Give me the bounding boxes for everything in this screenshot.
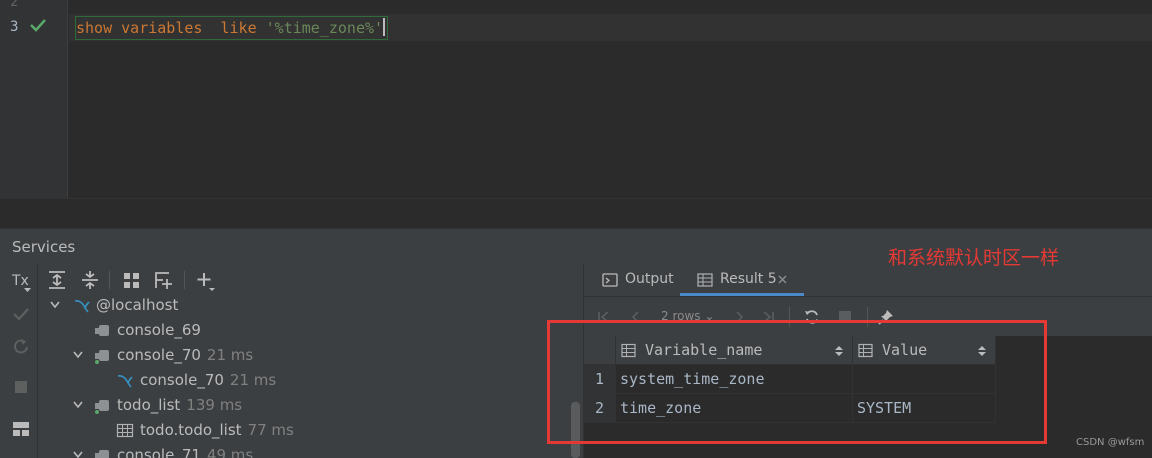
add-service-icon[interactable] [194, 269, 218, 291]
editor-gutter: 2 3 [0, 0, 68, 198]
tree-item-label: @localhost [96, 296, 179, 314]
tree-item-text: console_70 21 ms [117, 343, 253, 368]
transaction-mode-button[interactable]: Tx [10, 271, 32, 293]
keyword: like [220, 19, 257, 37]
tree-item-time: 139 ms [186, 396, 243, 414]
chevron-down-icon [50, 301, 60, 309]
text-caret [383, 18, 386, 36]
table-icon [697, 273, 713, 287]
tab-label: Output [625, 271, 674, 287]
annotation-text: 和系统默认时区一样 [888, 247, 1060, 269]
tab-output[interactable]: Output [598, 263, 688, 296]
mysql-icon [117, 375, 133, 388]
rollback-icon[interactable] [10, 335, 32, 357]
toolbar-separator [184, 271, 185, 289]
line-number: 2 [10, 0, 19, 10]
tx-label: Tx [12, 273, 29, 289]
tree-item-text: todo.todo_list 77 ms [140, 418, 294, 443]
commit-icon[interactable] [10, 303, 32, 325]
tree-item-label: console_69 [117, 321, 201, 339]
console-icon [95, 450, 109, 458]
tree-item-time: 77 ms [247, 421, 294, 439]
highlight-box [547, 320, 1047, 444]
chevron-down-icon [73, 401, 83, 409]
console-active-icon [95, 400, 109, 414]
tree-item-time: 21 ms [229, 371, 277, 389]
string-literal: '%time_zone%' [265, 19, 384, 37]
close-icon[interactable] [778, 275, 787, 284]
expand-all-icon[interactable] [45, 269, 69, 291]
editor-bottom-area [0, 198, 1152, 228]
chevron-down-icon [73, 451, 83, 458]
tree-item-time: 21 ms [206, 346, 254, 364]
tree-item-text: console_70 21 ms [140, 368, 276, 393]
mysql-icon [74, 300, 90, 313]
toolbar-separator [109, 271, 110, 289]
services-tree-toolbar [38, 263, 583, 297]
tab-label: Result 5 [720, 271, 777, 287]
stop-icon[interactable] [10, 376, 32, 398]
result-tab-bar: Output Result 5 [584, 263, 1152, 296]
services-title: Services [12, 238, 76, 256]
services-tree-panel: @localhost console_69 console_70 21 ms co… [38, 263, 583, 458]
check-icon [30, 19, 46, 32]
chevron-down-icon [73, 351, 83, 359]
layout-icon[interactable] [10, 418, 32, 440]
keyword: show [76, 19, 113, 37]
tree-item-text: todo_list 139 ms [117, 393, 242, 418]
watermark: CSDN @wfsm [1076, 437, 1145, 448]
tree-item-label: console_71 [117, 446, 201, 458]
table-icon [116, 423, 134, 438]
tree-item-label: todo_list [117, 396, 181, 414]
console-icon [95, 325, 109, 336]
dropdown-arrow-icon [24, 288, 31, 292]
group-by-icon[interactable] [120, 269, 144, 291]
keyword: variables [121, 19, 203, 37]
tree-item-text: console_71 49 ms [117, 443, 253, 458]
tree-item-label: todo.todo_list [140, 421, 242, 439]
filter-icon[interactable] [152, 269, 176, 291]
output-icon [602, 273, 618, 287]
services-vertical-toolbar: Tx [0, 263, 38, 458]
sql-editor[interactable]: 2 3 show variables like '%time_zone%' [0, 0, 1152, 228]
tree-item-label: console_70 [140, 371, 224, 389]
collapse-all-icon[interactable] [78, 269, 102, 291]
tree-item-label: console_70 [117, 346, 201, 364]
tree-item-time: 49 ms [206, 446, 254, 458]
code-line[interactable]: show variables like '%time_zone%' [75, 16, 389, 40]
tab-result-5[interactable]: Result 5 [680, 263, 804, 296]
line-number: 3 [10, 19, 19, 35]
console-active-icon [95, 350, 109, 364]
